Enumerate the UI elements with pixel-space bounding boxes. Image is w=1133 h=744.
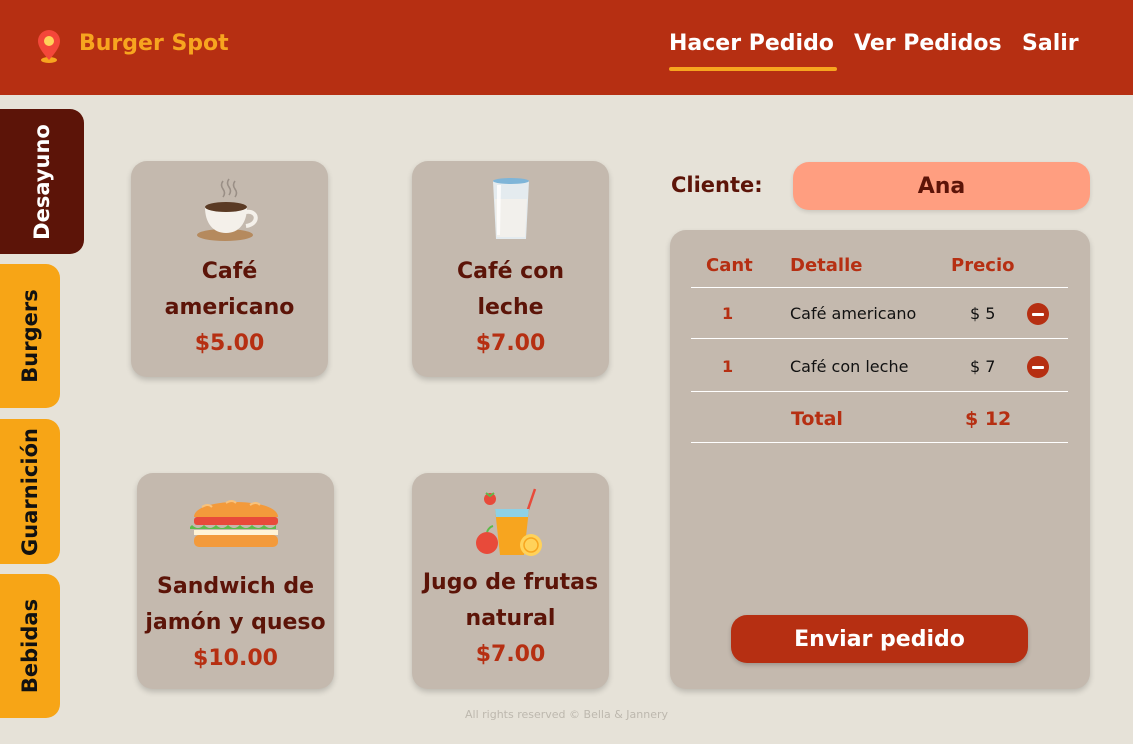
footer-text: All rights reserved © Bella & Jannery [465, 708, 668, 721]
sandwich-icon [189, 500, 278, 547]
column-header-price: Precio [951, 255, 1015, 276]
row-qty: 1 [722, 357, 734, 376]
tab-label: Desayuno [30, 123, 54, 240]
tab-burgers[interactable]: Burgers [0, 264, 60, 408]
menu-item-jugo[interactable]: Jugo de frutas natural $7.00 [412, 473, 609, 689]
tab-bebidas[interactable]: Bebidas [0, 574, 60, 718]
divider [691, 287, 1068, 288]
coffee-cup-icon [196, 178, 258, 241]
menu-item-cafe-americano[interactable]: Café americano $5.00 [131, 161, 328, 377]
remove-item-icon[interactable] [1027, 356, 1049, 378]
item-name-line1: Jugo de frutas [422, 570, 599, 595]
total-label: Total [791, 408, 843, 430]
nav-hacer-pedido[interactable]: Hacer Pedido [669, 31, 834, 56]
item-name-line1: Sandwich de [157, 574, 314, 599]
item-name-line2: jamón y queso [145, 610, 326, 635]
column-header-qty: Cant [706, 255, 753, 276]
column-header-detail: Detalle [790, 255, 863, 276]
divider [691, 391, 1068, 392]
row-price: $ 5 [970, 304, 996, 323]
item-name-line2: natural [465, 606, 556, 631]
divider [691, 442, 1068, 443]
row-qty: 1 [722, 304, 734, 323]
brand-name[interactable]: Burger Spot [79, 31, 229, 56]
item-name-line1: Café con [457, 259, 564, 284]
tab-label: Bebidas [18, 598, 42, 694]
item-name-line2: leche [477, 295, 544, 320]
total-value: $ 12 [965, 408, 1012, 430]
item-name-line1: Café [201, 259, 258, 284]
tab-label: Burgers [18, 289, 42, 383]
menu-item-sandwich[interactable]: Sandwich de jamón y queso $10.00 [137, 473, 334, 689]
item-price: $5.00 [194, 331, 265, 356]
item-name-line2: americano [164, 295, 295, 320]
row-detail: Café americano [790, 304, 917, 323]
milk-glass-icon [492, 178, 529, 239]
remove-item-icon[interactable] [1027, 303, 1049, 325]
row-price: $ 7 [970, 357, 996, 376]
nav-salir[interactable]: Salir [1022, 31, 1079, 56]
tab-label: Guarnición [18, 427, 42, 556]
order-summary-panel: Cant Detalle Precio 1 Café americano $ 5… [670, 230, 1090, 689]
tab-desayuno[interactable]: Desayuno [0, 109, 84, 254]
client-name-input[interactable] [793, 162, 1090, 210]
tab-guarnicion[interactable]: Guarnición [0, 419, 60, 564]
fruit-juice-icon [475, 488, 542, 556]
send-order-button[interactable]: Enviar pedido [731, 615, 1028, 663]
divider [691, 338, 1068, 339]
map-pin-icon [38, 30, 60, 63]
item-price: $7.00 [475, 642, 546, 667]
app-header: Burger Spot Hacer Pedido Ver Pedidos Sal… [0, 0, 1133, 95]
menu-item-cafe-con-leche[interactable]: Café con leche $7.00 [412, 161, 609, 377]
client-label: Cliente: [671, 173, 763, 197]
item-price: $10.00 [193, 646, 278, 671]
active-nav-indicator [669, 67, 837, 71]
row-detail: Café con leche [790, 357, 909, 376]
item-price: $7.00 [475, 331, 546, 356]
nav-ver-pedidos[interactable]: Ver Pedidos [854, 31, 1002, 56]
